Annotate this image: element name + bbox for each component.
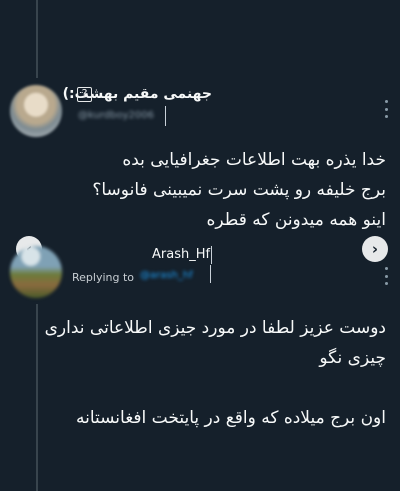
display-name[interactable]: Arash_Hf: [152, 247, 210, 262]
text-cursor: [210, 265, 211, 283]
tweet-line: چیزی نگو: [319, 348, 386, 368]
tweet-text: خدا یذره بهت اطلاعات جغرافیایی بده برج خ…: [16, 145, 386, 235]
chevron-right-icon[interactable]: ›: [362, 236, 388, 262]
avatar[interactable]: [10, 246, 62, 298]
text-cursor: [165, 106, 166, 126]
avatar[interactable]: [10, 85, 62, 137]
tweet-text: دوست عزیز لطفا در مورد جیزی اطلاعاتی ندا…: [16, 313, 386, 433]
thread-connector-top: [36, 0, 38, 78]
tweet-line: خدا یذره بهت اطلاعات جغرافیایی بده: [122, 150, 386, 170]
text-cursor: [211, 246, 212, 264]
user-handle[interactable]: @kurdboy2006: [78, 110, 154, 121]
tweet-line: برج خلیفه رو پشت سرت نمیبینی فانوسا؟: [92, 180, 386, 200]
more-options-icon[interactable]: [378, 265, 394, 287]
tweet-line: اون برج میلاده که واقع در پایتخت افغانست…: [75, 408, 386, 428]
replying-to-label: Replying to: [72, 271, 135, 284]
more-options-icon[interactable]: [378, 98, 394, 120]
emoji-badge: ?: [77, 87, 92, 102]
tweet-line: دوست عزیز لطفا در مورد جیزی اطلاعاتی ندا…: [44, 318, 386, 338]
tweet-line: اینو همه میدونن که قطره: [206, 210, 387, 230]
replying-to-handle[interactable]: @arash_hf: [140, 270, 193, 281]
